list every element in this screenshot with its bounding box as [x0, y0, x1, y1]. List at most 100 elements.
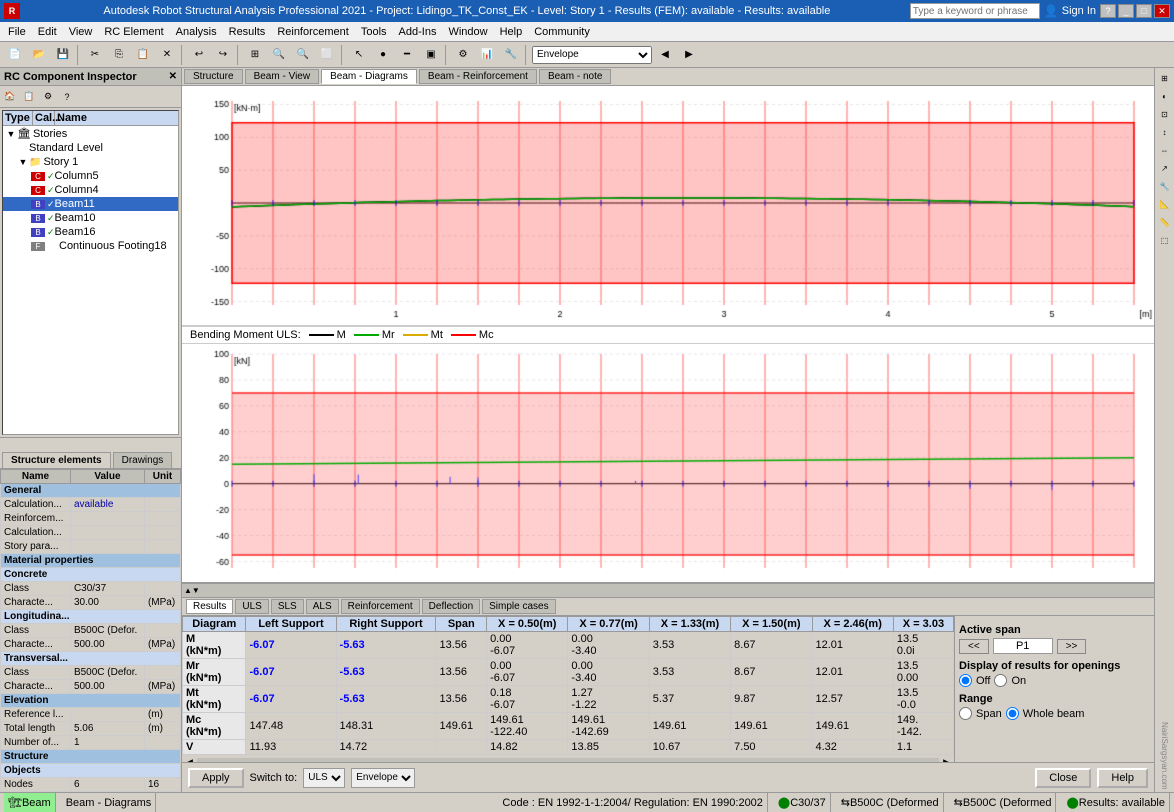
menu-add-ins[interactable]: Add-Ins [393, 25, 443, 39]
right-btn-7[interactable]: 🔧 [1157, 178, 1173, 194]
tab-drawings[interactable]: Drawings [113, 452, 173, 468]
right-btn-3[interactable]: ⊡ [1157, 106, 1173, 122]
display-off-radio[interactable] [959, 674, 972, 687]
right-btn-6[interactable]: ↗ [1157, 160, 1173, 176]
toolbar-delete[interactable]: ✕ [156, 44, 178, 66]
tab-structure[interactable]: Structure [184, 69, 243, 84]
tab-beam-view[interactable]: Beam - View [245, 69, 320, 84]
tree-column5[interactable]: C ✓ Column5 [3, 169, 178, 183]
component-tree: Type Cal... Name ▼ 🏛 Stories Standard Le… [2, 110, 179, 435]
right-btn-8[interactable]: 📐 [1157, 196, 1173, 212]
bottom-tabs-bar: Structure elements Drawings [0, 451, 181, 469]
apply-button[interactable]: Apply [188, 768, 244, 788]
res-tab-reinforcement[interactable]: Reinforcement [341, 599, 420, 614]
res-tab-uls[interactable]: ULS [235, 599, 268, 614]
tree-footing18[interactable]: F Continuous Footing18 [3, 239, 178, 253]
toolbar-select[interactable]: ↖ [348, 44, 370, 66]
toolbar-copy[interactable]: ⎘ [108, 44, 130, 66]
envelope-select[interactable]: Envelope [351, 768, 415, 788]
menu-edit[interactable]: Edit [32, 25, 63, 39]
res-tab-als[interactable]: ALS [306, 599, 339, 614]
menu-community[interactable]: Community [528, 25, 596, 39]
right-btn-4[interactable]: ↕ [1157, 124, 1173, 140]
menu-analysis[interactable]: Analysis [170, 25, 223, 39]
tree-beam11[interactable]: B ✓ Beam11 [3, 197, 178, 211]
right-btn-5[interactable]: ⇔ [1157, 142, 1173, 158]
range-whole-radio[interactable] [1006, 707, 1019, 720]
tree-stories[interactable]: ▼ 🏛 Stories [3, 126, 178, 141]
inspector-close[interactable]: ✕ [169, 71, 177, 82]
res-tab-sls[interactable]: SLS [271, 599, 304, 614]
tree-beam10[interactable]: B ✓ Beam10 [3, 211, 178, 225]
minimize-btn[interactable]: _ [1118, 4, 1134, 18]
tree-story1[interactable]: ▼ 📁 Story 1 [3, 155, 178, 169]
next-span-btn[interactable]: >> [1057, 639, 1087, 654]
toolbar-undo[interactable]: ↩ [188, 44, 210, 66]
toolbar-save[interactable]: 💾 [52, 44, 74, 66]
right-btn-2[interactable]: ◐ [1157, 88, 1173, 104]
right-btn-1[interactable]: ⊞ [1157, 70, 1173, 86]
toolbar-reinforce[interactable]: 🔧 [500, 44, 522, 66]
toolbar-result[interactable]: 📊 [476, 44, 498, 66]
toolbar-zoom-window[interactable]: ⬜ [316, 44, 338, 66]
right-btn-10[interactable]: ⬚ [1157, 232, 1173, 248]
menu-tools[interactable]: Tools [355, 25, 393, 39]
menu-file[interactable]: File [2, 25, 32, 39]
toolbar-next[interactable]: ▶ [678, 44, 700, 66]
toolbar-zoom-in[interactable]: 🔍 [268, 44, 290, 66]
tab-beam-diagrams[interactable]: Beam - Diagrams [321, 69, 417, 84]
toolbar-zoom-out[interactable]: 🔍 [292, 44, 314, 66]
span-input[interactable] [993, 638, 1053, 654]
toolbar-bar[interactable]: ━ [396, 44, 418, 66]
steel2-label: B500C (Deformed [963, 797, 1052, 809]
inspector-btn2[interactable]: 📋 [20, 88, 38, 106]
inspector-btn1[interactable]: 🏠 [1, 88, 19, 106]
close-button[interactable]: Close [1035, 768, 1091, 788]
range-span-radio[interactable] [959, 707, 972, 720]
toolbar-new[interactable]: 📄 [4, 44, 26, 66]
prev-span-btn[interactable]: << [959, 639, 989, 654]
results-resize-handle[interactable]: ▲▼ [184, 586, 200, 595]
menu-window[interactable]: Window [442, 25, 493, 39]
toolbar-redo[interactable]: ↪ [212, 44, 234, 66]
toolbar-open[interactable]: 📂 [28, 44, 50, 66]
legend-m: M [309, 329, 346, 341]
menu-results[interactable]: Results [223, 25, 272, 39]
menu-view[interactable]: View [63, 25, 99, 39]
close-btn[interactable]: ✕ [1154, 4, 1170, 18]
toolbar-calc[interactable]: ⚙ [452, 44, 474, 66]
toolbar-zoom-all[interactable]: ⊞ [244, 44, 266, 66]
restore-btn[interactable]: □ [1136, 4, 1152, 18]
tree-standard-level[interactable]: Standard Level [3, 141, 178, 155]
toolbar-node[interactable]: ● [372, 44, 394, 66]
tree-beam16[interactable]: B ✓ Beam16 [3, 225, 178, 239]
res-tab-simple-cases[interactable]: Simple cases [482, 599, 555, 614]
toolbar-paste[interactable]: 📋 [132, 44, 154, 66]
tab-structure-elements[interactable]: Structure elements [2, 452, 111, 468]
title-search-input[interactable] [910, 3, 1040, 19]
help-btn[interactable]: ? [1100, 4, 1116, 18]
help-button[interactable]: Help [1097, 768, 1148, 788]
menu-help[interactable]: Help [494, 25, 529, 39]
load-case-select[interactable]: Envelope [532, 46, 652, 64]
inspector-btn4[interactable]: ? [58, 88, 76, 106]
table-horiz-scroll[interactable]: ◀ ▶ [182, 755, 954, 762]
switch-to-select[interactable]: ULS SLS [303, 768, 345, 788]
right-btn-9[interactable]: 📏 [1157, 214, 1173, 230]
toolbar-prev[interactable]: ◀ [654, 44, 676, 66]
menu-reinforcement[interactable]: Reinforcement [271, 25, 355, 39]
res-tab-deflection[interactable]: Deflection [422, 599, 480, 614]
display-on-radio[interactable] [994, 674, 1007, 687]
tree-horiz-scroll[interactable] [0, 437, 181, 451]
toolbar-cut[interactable]: ✂ [84, 44, 106, 66]
toolbar-panel[interactable]: ▣ [420, 44, 442, 66]
row-v-right: 14.72 [336, 740, 436, 755]
inspector-btn3[interactable]: ⚙ [39, 88, 57, 106]
menu-rc-element[interactable]: RC Element [98, 25, 169, 39]
tab-beam-reinforcement[interactable]: Beam - Reinforcement [419, 69, 537, 84]
tree-column4[interactable]: C ✓ Column4 [3, 183, 178, 197]
sign-in-label[interactable]: Sign In [1062, 5, 1096, 17]
results-table-wrap[interactable]: Diagram Left Support Right Support Span … [182, 616, 954, 762]
res-tab-results[interactable]: Results [186, 599, 233, 614]
tab-beam-note[interactable]: Beam - note [539, 69, 611, 84]
